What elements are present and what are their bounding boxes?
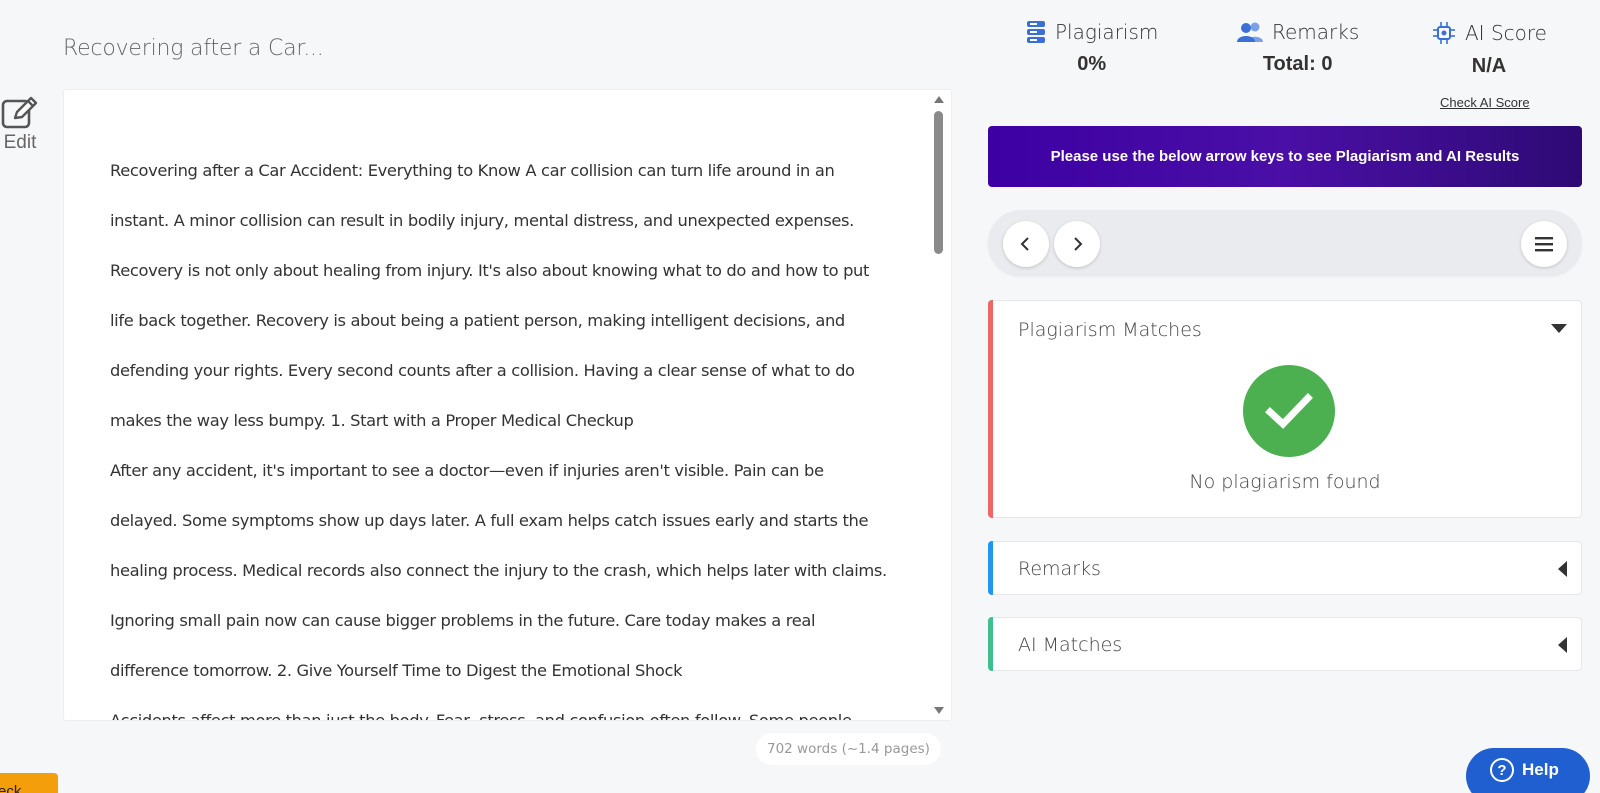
caret-left-icon[interactable] <box>1558 561 1567 577</box>
document-title: Recovering after a Car... <box>63 36 324 61</box>
question-icon: ? <box>1490 758 1514 782</box>
edit-icon <box>1 96 38 129</box>
ai-score-value: N/A <box>1471 55 1507 77</box>
plagiarism-value: 0% <box>1077 53 1107 75</box>
remarks-panel-title[interactable]: Remarks <box>1018 558 1101 580</box>
caret-left-icon[interactable] <box>1558 637 1567 653</box>
ai-chip-icon <box>1433 22 1455 44</box>
check-circle-icon <box>1243 365 1335 457</box>
results-banner: Please use the below arrow keys to see P… <box>988 126 1582 187</box>
caret-down-icon[interactable] <box>1551 324 1567 333</box>
ai-matches-panel[interactable]: AI Matches <box>988 617 1582 671</box>
users-icon <box>1237 22 1263 42</box>
next-button[interactable] <box>1054 221 1100 267</box>
edit-label: Edit <box>3 132 37 153</box>
editor-text[interactable]: Recovering after a Car Accident: Everyth… <box>64 90 951 721</box>
help-button[interactable]: ? Help <box>1466 748 1590 793</box>
paragraph: Recovering after a Car Accident: Everyth… <box>110 161 870 430</box>
menu-button[interactable] <box>1521 221 1567 267</box>
scroll-down-arrow-icon[interactable] <box>934 707 944 714</box>
menu-icon <box>1535 237 1553 252</box>
remarks-stat: Remarks Total: 0 <box>1236 20 1359 76</box>
database-icon <box>1027 21 1045 43</box>
scroll-thumb[interactable] <box>934 111 943 254</box>
paragraph: Accidents affect more than just the body… <box>110 711 852 721</box>
panel-accent-bar <box>988 541 993 595</box>
chevron-left-icon <box>1020 237 1029 251</box>
plagiarism-matches-title[interactable]: Plagiarism Matches <box>1018 319 1202 341</box>
check-ai-score-link[interactable]: Check AI Score <box>1440 95 1530 110</box>
scroll-up-arrow-icon[interactable] <box>934 96 944 103</box>
prev-button[interactable] <box>1003 221 1049 267</box>
check-badge-label: eck <box>0 783 22 793</box>
remarks-label: Remarks <box>1272 20 1360 44</box>
word-count: 702 words (~1.4 pages) <box>756 733 941 765</box>
plagiarism-stat: Plagiarism 0% <box>1025 20 1158 76</box>
remarks-panel[interactable]: Remarks <box>988 541 1582 595</box>
remarks-value: Total: 0 <box>1262 53 1333 75</box>
ai-matches-title[interactable]: AI Matches <box>1018 634 1122 656</box>
ai-score-stat: AI Score N/A <box>1431 20 1547 78</box>
check-badge[interactable]: eck <box>0 773 58 793</box>
editor-scrollbar[interactable] <box>933 90 945 720</box>
chevron-right-icon <box>1074 237 1083 251</box>
plagiarism-matches-panel: Plagiarism Matches No plagiarism found <box>988 300 1582 518</box>
no-plagiarism-text: No plagiarism found <box>1189 471 1381 493</box>
paragraph: After any accident, it's important to se… <box>110 461 887 680</box>
results-navbar <box>988 210 1582 275</box>
ai-score-label: AI Score <box>1465 21 1547 45</box>
plagiarism-label: Plagiarism <box>1055 20 1159 44</box>
panel-accent-bar <box>988 617 993 671</box>
document-editor[interactable]: Recovering after a Car Accident: Everyth… <box>63 89 952 721</box>
help-label: Help <box>1522 760 1559 779</box>
edit-button[interactable]: Edit <box>0 96 40 154</box>
